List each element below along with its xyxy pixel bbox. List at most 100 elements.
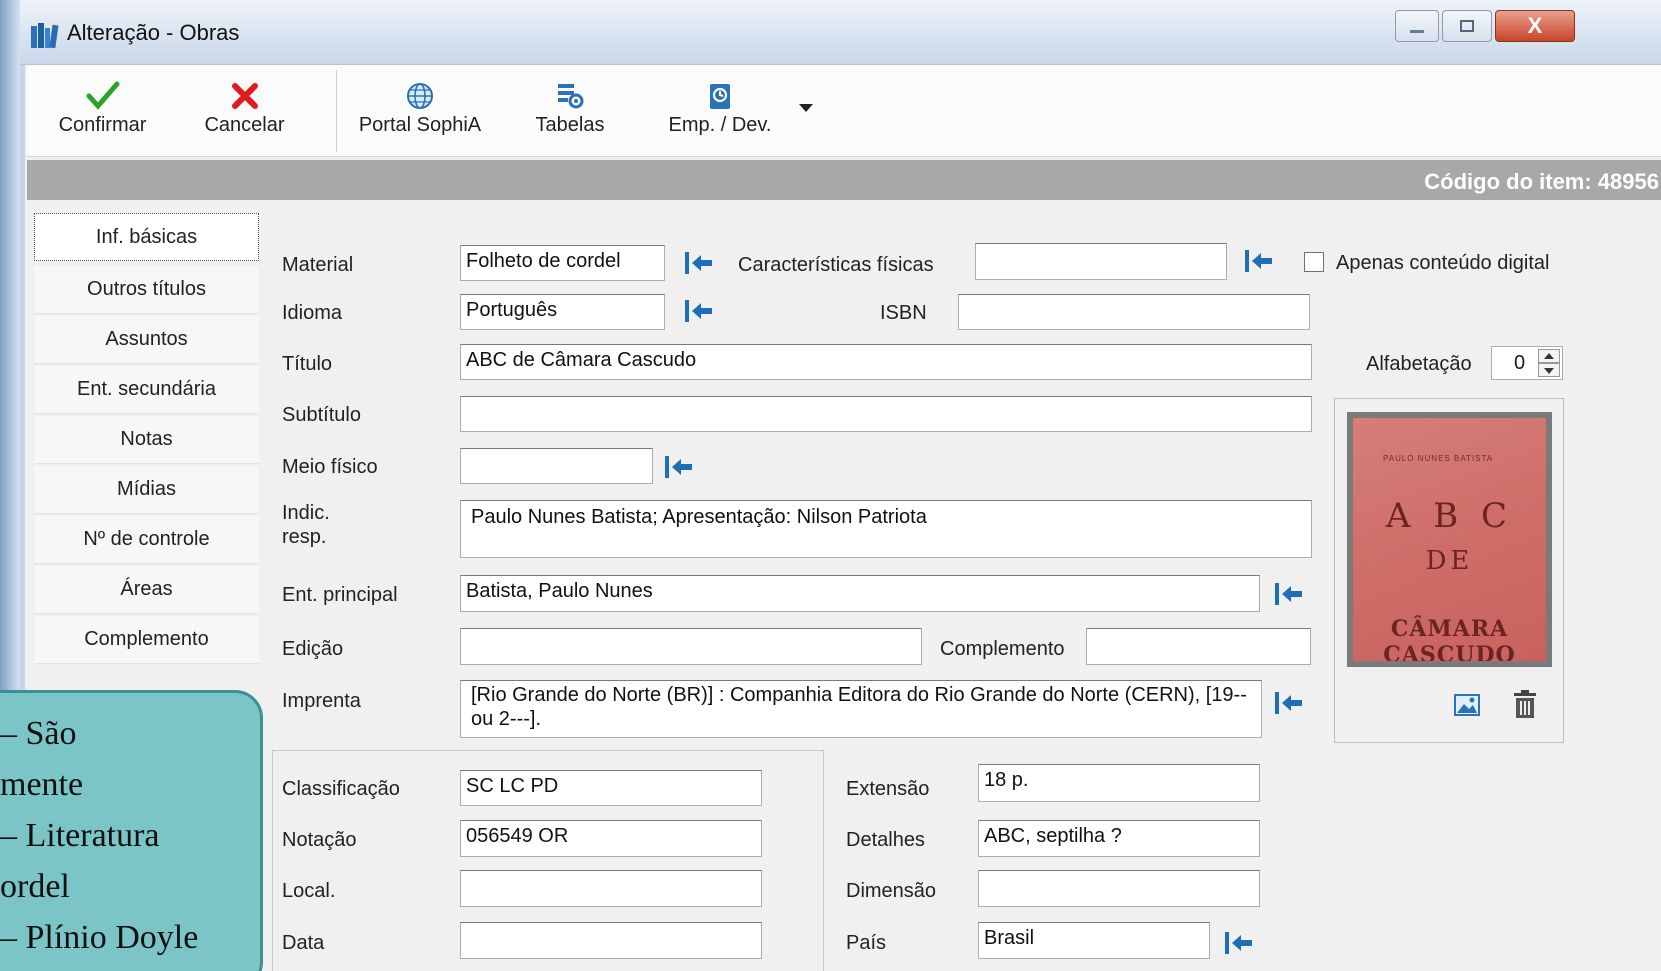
image-icon: [1454, 694, 1480, 716]
spinner-up-button[interactable]: [1538, 349, 1560, 363]
dimensao-label: Dimensão: [846, 880, 937, 902]
classificacao-field[interactable]: SC LC PD: [460, 770, 762, 806]
lookup-arrow-icon: [1245, 250, 1272, 272]
books-app-icon: [29, 20, 59, 50]
material-label: Material: [282, 254, 354, 276]
local-field[interactable]: [460, 870, 762, 907]
idioma-field[interactable]: Português: [460, 294, 665, 330]
restore-icon: [1460, 20, 1474, 32]
idioma-label: Idioma: [282, 302, 343, 324]
delete-image-button[interactable]: [1510, 688, 1540, 720]
lookup-arrow-icon: [1225, 932, 1252, 954]
confirm-button[interactable]: Confirmar: [50, 78, 155, 146]
cover-title-line2: DE: [1425, 546, 1474, 576]
meio-fisico-field[interactable]: [460, 448, 653, 484]
cancel-button[interactable]: Cancelar: [197, 78, 292, 146]
alfabetacao-spinner[interactable]: 0: [1491, 346, 1563, 380]
subtitulo-field[interactable]: [460, 396, 1312, 432]
ent-principal-lookup-button[interactable]: [1272, 579, 1306, 609]
tab-ent-secundaria[interactable]: Ent. secundária: [34, 366, 259, 414]
caracteristicas-lookup-button[interactable]: [1242, 246, 1276, 276]
checkmark-icon: [86, 78, 120, 114]
apenas-digital-checkbox[interactable]: [1304, 252, 1324, 272]
pais-field[interactable]: Brasil: [978, 922, 1210, 959]
caracteristicas-field[interactable]: [975, 243, 1227, 280]
lookup-arrow-icon: [1275, 583, 1302, 605]
cover-author-text: PAULO NUNES BATISTA: [1383, 454, 1494, 463]
data-label: Data: [282, 932, 325, 954]
window-title: Alteração - Obras: [67, 20, 240, 45]
ent-principal-field[interactable]: Batista, Paulo Nunes: [460, 575, 1260, 612]
portal-sophia-button[interactable]: Portal SophiA: [350, 78, 490, 146]
isbn-field[interactable]: [958, 294, 1310, 330]
item-code: Código do item: 48956: [1424, 169, 1659, 194]
tab-assuntos[interactable]: Assuntos: [34, 316, 259, 364]
loan-return-button[interactable]: Emp. / Dev.: [655, 78, 785, 146]
imprenta-lookup-button[interactable]: [1272, 688, 1306, 718]
data-field[interactable]: [460, 922, 762, 959]
cover-image: PAULO NUNES BATISTA A B C DE CÂMARA CASC…: [1347, 412, 1552, 667]
tab-areas[interactable]: Áreas: [34, 566, 259, 614]
annotation-text: – São mente – Literatura ordel – Plínio …: [0, 715, 199, 956]
globe-icon: [405, 78, 435, 114]
spinner-down-button[interactable]: [1538, 363, 1560, 377]
complemento-label: Complemento: [940, 638, 1065, 660]
tab-notas[interactable]: Notas: [34, 416, 259, 464]
detalhes-field[interactable]: ABC, septilha ?: [978, 820, 1260, 857]
chevron-up-icon: [1544, 353, 1554, 359]
titulo-field[interactable]: ABC de Câmara Cascudo: [460, 344, 1312, 380]
lookup-arrow-icon: [685, 300, 712, 322]
load-image-button[interactable]: [1452, 690, 1482, 720]
tab-midias[interactable]: Mídias: [34, 466, 259, 514]
classificacao-label: Classificação: [282, 778, 400, 800]
caracteristicas-label: Características físicas: [738, 254, 934, 276]
lookup-arrow-icon: [665, 456, 692, 478]
cover-title-line1: A B C: [1385, 496, 1514, 536]
edicao-field[interactable]: [460, 628, 922, 665]
indic-resp-field[interactable]: Paulo Nunes Batista; Apresentação: Nilso…: [460, 500, 1312, 558]
isbn-label: ISBN: [880, 302, 927, 324]
tab-numero-controle[interactable]: Nº de controle: [34, 516, 259, 564]
toolbar-separator: [336, 70, 337, 152]
notacao-label: Notação: [282, 829, 357, 851]
maximize-button[interactable]: [1442, 10, 1492, 42]
idioma-lookup-button[interactable]: [682, 296, 716, 326]
close-icon: X: [1527, 13, 1543, 38]
cover-title-line3: CÂMARA CASCUDO: [1383, 616, 1516, 661]
tab-complemento[interactable]: Complemento: [34, 616, 259, 664]
table-settings-icon: [555, 78, 585, 114]
extensao-label: Extensão: [846, 778, 930, 800]
x-icon: [231, 78, 259, 114]
imprenta-field[interactable]: [Rio Grande do Norte (BR)] : Companhia E…: [460, 680, 1262, 738]
edicao-label: Edição: [282, 638, 344, 660]
meio-fisico-lookup-button[interactable]: [662, 452, 696, 482]
alfabetacao-label: Alfabetação: [1366, 353, 1472, 375]
loan-book-icon: [705, 78, 735, 114]
extensao-field[interactable]: 18 p.: [978, 764, 1260, 802]
alfabetacao-value: 0: [1514, 352, 1526, 374]
lookup-arrow-icon: [685, 252, 712, 274]
complemento-field[interactable]: [1086, 628, 1311, 665]
close-button[interactable]: X: [1495, 10, 1575, 42]
material-lookup-button[interactable]: [682, 248, 716, 278]
tab-inf-basicas[interactable]: Inf. básicas: [34, 213, 259, 261]
titulo-label: Título: [282, 353, 333, 375]
chevron-down-icon: [1544, 368, 1554, 374]
item-code-bar: [27, 160, 1661, 200]
minimize-button[interactable]: [1395, 10, 1439, 42]
indic-resp-label-line1: Indic.: [282, 502, 330, 524]
pais-label: País: [846, 932, 887, 954]
dimensao-field[interactable]: [978, 870, 1260, 907]
minimize-icon: [1410, 29, 1424, 33]
material-field[interactable]: Folheto de cordel: [460, 245, 665, 281]
toolbar-more-dropdown[interactable]: [799, 104, 813, 112]
detalhes-label: Detalhes: [846, 829, 925, 851]
tab-outros-titulos[interactable]: Outros títulos: [34, 266, 259, 314]
subtitulo-label: Subtítulo: [282, 404, 361, 426]
tables-button[interactable]: Tabelas: [525, 78, 615, 146]
lookup-arrow-icon: [1275, 692, 1302, 714]
notacao-field[interactable]: 056549 OR: [460, 820, 762, 857]
pais-lookup-button[interactable]: [1222, 928, 1256, 958]
indic-resp-label-line2: resp.: [282, 526, 327, 548]
apenas-digital-label: Apenas conteúdo digital: [1336, 252, 1550, 274]
